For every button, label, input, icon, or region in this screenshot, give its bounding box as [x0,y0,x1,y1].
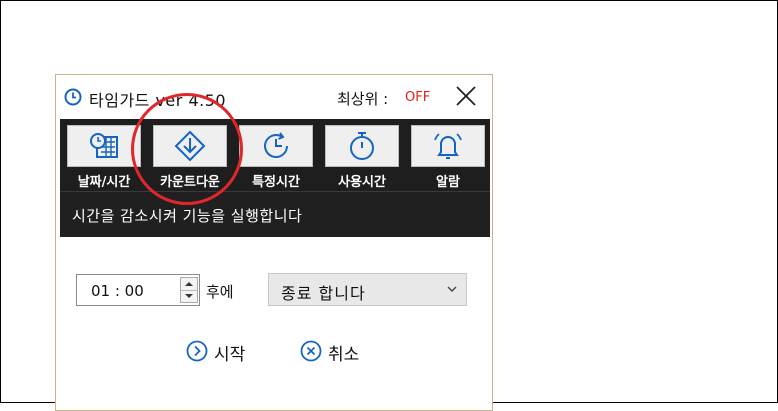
calendar-clock-icon [90,133,118,158]
stopwatch-icon [350,132,374,160]
close-circle-icon [300,340,322,362]
tool-label: 카운트다운 [160,175,220,190]
tool-datetime[interactable]: 날짜/시간 [63,123,145,190]
after-label: 후에 [206,283,234,301]
countdown-arrow-icon [174,130,206,162]
cancel-button[interactable]: 취소 [300,339,372,365]
tool-countdown[interactable]: 카운트다운 [149,123,231,190]
cancel-label: 취소 [328,345,360,365]
clock-refresh-icon [264,132,288,158]
start-button[interactable]: 시작 [186,339,258,365]
countdown-time-input[interactable]: 01 : 00 [76,274,200,306]
tool-label: 사용시간 [338,175,386,190]
tool-alarm[interactable]: 알람 [407,123,489,190]
close-icon[interactable] [453,83,479,109]
spin-down-icon[interactable] [181,290,197,302]
app-clock-icon [64,88,82,106]
topmost-label: 최상위 : [337,90,389,108]
action-select-value: 종료 합니다 [281,284,366,303]
tool-label: 알람 [436,175,460,190]
bell-icon [434,133,462,159]
time-value: 01 : 00 [91,282,144,300]
title-bar: 타임가드 ver 4.50 최상위 : OFF [56,75,492,117]
action-select[interactable]: 종료 합니다 [268,273,467,306]
tool-label: 날짜/시간 [77,175,131,190]
chevron-down-icon [447,286,457,292]
tool-usage-time[interactable]: 사용시간 [321,123,403,190]
tool-specific-time[interactable]: 특정시간 [235,123,317,190]
tool-label: 특정시간 [252,175,300,190]
timeguard-window: 타임가드 ver 4.50 최상위 : OFF 날짜/시간 카운트다운 특정시간… [55,74,493,411]
chevron-right-circle-icon [186,340,208,362]
app-title: 타임가드 ver 4.50 [89,91,227,110]
mode-description: 시간을 감소시켜 기능을 실행합니다 [72,207,303,225]
mode-toolbar: 날짜/시간 카운트다운 특정시간 사용시간 알람 [60,119,490,191]
time-spinner [180,277,198,303]
start-label: 시작 [214,345,246,365]
topmost-toggle[interactable]: OFF [405,90,430,105]
mode-description-bar: 시간을 감소시켜 기능을 실행합니다 [60,191,490,237]
